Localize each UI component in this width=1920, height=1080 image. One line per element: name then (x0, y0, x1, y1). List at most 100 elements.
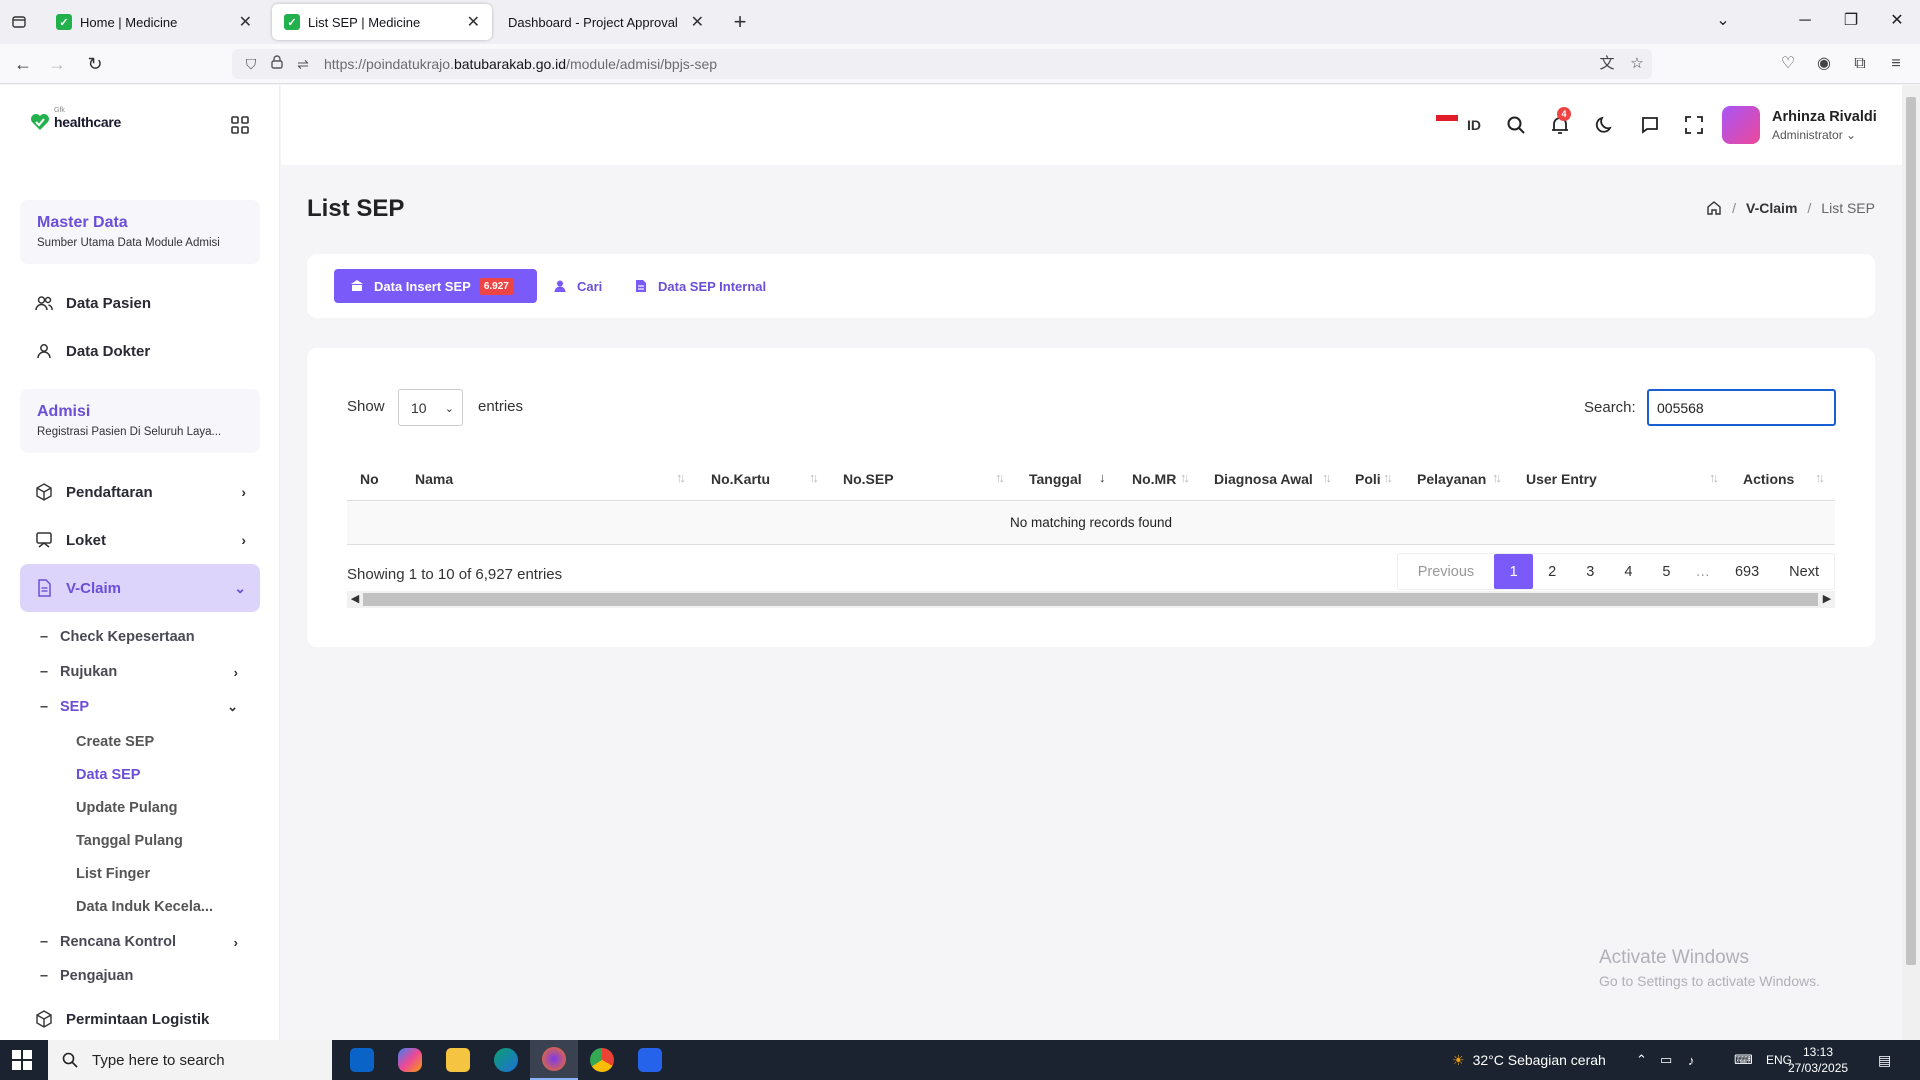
file-explorer-icon[interactable] (434, 1040, 482, 1080)
page-scrollbar[interactable] (1902, 85, 1920, 1040)
weather-widget[interactable]: ☀ 32°C Sebagian cerah (1452, 1040, 1606, 1080)
tray-network-icon[interactable]: ▭ (1660, 1040, 1672, 1080)
tab-list-icon[interactable] (6, 10, 32, 34)
sidebar-sep-tanggal-pulang[interactable]: Tanggal Pulang (76, 828, 183, 854)
table-search-input[interactable] (1647, 389, 1836, 426)
firefox-browser-icon[interactable] (530, 1040, 578, 1080)
column-header-diagnosa-awal[interactable]: Diagnosa Awal (1214, 471, 1313, 487)
column-header-no[interactable]: No (360, 471, 379, 487)
pagination-page-693[interactable]: 693 (1720, 554, 1774, 589)
windows-start-icon[interactable] (12, 1050, 32, 1070)
taskbar-clock[interactable]: 13:13 27/03/2025 (1788, 1044, 1848, 1076)
close-tab-icon[interactable]: ✕ (691, 12, 704, 32)
sidebar-sep-data-sep[interactable]: Data SEP (76, 762, 140, 788)
sidebar-sub-sep[interactable]: – SEP ⌄ (40, 693, 250, 721)
breadcrumb-v-claim[interactable]: V-Claim (1746, 200, 1797, 216)
permissions-icon[interactable]: ⇌ (292, 53, 314, 75)
edge-browser-icon[interactable] (482, 1040, 530, 1080)
sidebar-item-loket[interactable]: Loket › (20, 517, 260, 563)
list-all-tabs-icon[interactable]: ⌄ (1708, 8, 1738, 34)
sidebar-sub-rencana-kontrol[interactable]: – Rencana Kontrol › (40, 928, 250, 956)
sidebar-sub-rujukan[interactable]: – Rujukan › (40, 658, 250, 686)
chat-icon[interactable] (1638, 113, 1662, 137)
brand-logo[interactable]: Gfk healthcare (30, 107, 121, 131)
paint-app-icon[interactable] (626, 1040, 674, 1080)
close-window-icon[interactable]: ✕ (1882, 8, 1912, 34)
grid-menu-icon[interactable] (230, 115, 250, 135)
tray-volume-icon[interactable]: ♪ (1688, 1040, 1695, 1080)
tray-chevron-up-icon[interactable]: ⌃ (1636, 1040, 1647, 1080)
column-header-no-mr[interactable]: No.MR (1132, 471, 1176, 487)
indonesia-flag-icon[interactable] (1436, 115, 1458, 127)
bookmark-star-icon[interactable]: ☆ (1626, 53, 1648, 75)
pagination-page-5[interactable]: 5 (1647, 554, 1685, 589)
search-icon[interactable] (1504, 113, 1528, 137)
column-header-no-sep[interactable]: No.SEP (843, 471, 894, 487)
column-header-user-entry[interactable]: User Entry (1526, 471, 1597, 487)
sidebar-item-data-dokter[interactable]: Data Dokter (20, 328, 260, 374)
data-insert-sep-button[interactable]: Data Insert SEP 6.927 (334, 269, 537, 303)
sort-icon[interactable]: ↑↓ (676, 470, 686, 485)
tab-list-sep[interactable]: ✓ List SEP | Medicine ✕ (272, 4, 492, 40)
sidebar-item-permintaan-logistik[interactable]: Permintaan Logistik (20, 996, 260, 1040)
sidebar-sep-create-sep[interactable]: Create SEP (76, 729, 154, 755)
user-role[interactable]: Administrator ⌄ (1772, 128, 1856, 142)
lock-icon[interactable] (266, 53, 288, 75)
pagination-next[interactable]: Next (1774, 554, 1834, 589)
copilot-app-icon[interactable] (386, 1040, 434, 1080)
sort-icon[interactable]: ↑↓ (1322, 470, 1332, 485)
data-sep-internal-button[interactable]: Data SEP Internal (634, 269, 766, 303)
minimize-icon[interactable]: ─ (1790, 8, 1820, 34)
sort-icon[interactable]: ↑↓ (1383, 470, 1393, 485)
chrome-browser-icon[interactable] (578, 1040, 626, 1080)
url-text[interactable]: https://poindatukrajo.batubarakab.go.id/… (324, 56, 717, 72)
reload-icon[interactable]: ↻ (82, 52, 108, 76)
close-tab-icon[interactable]: ✕ (467, 12, 480, 32)
sidebar-sub-check-kepesertaan[interactable]: – Check Kepesertaan (40, 623, 250, 651)
notification-center-icon[interactable]: ▤ (1878, 1040, 1891, 1080)
pagination-page-2[interactable]: 2 (1533, 554, 1571, 589)
sidebar-sep-list-finger[interactable]: List Finger (76, 861, 150, 887)
column-header-pelayanan[interactable]: Pelayanan (1417, 471, 1486, 487)
fullscreen-icon[interactable] (1682, 113, 1706, 137)
scroll-right-icon[interactable]: ▶ (1819, 591, 1835, 608)
column-header-nama[interactable]: Nama (415, 471, 453, 487)
sidebar-item-data-pasien[interactable]: Data Pasien (20, 280, 260, 326)
tray-keyboard-icon[interactable]: ⌨ (1734, 1040, 1753, 1080)
sort-desc-icon[interactable]: ↓ (1099, 470, 1105, 485)
sort-icon[interactable]: ↑↓ (995, 470, 1005, 485)
new-tab-icon[interactable]: + (728, 10, 752, 34)
translate-icon[interactable]: 文 (1596, 53, 1618, 75)
sidebar-sub-pengajuan[interactable]: – Pengajuan (40, 962, 250, 990)
sidebar-item-pendaftaran[interactable]: Pendaftaran › (20, 469, 260, 515)
sort-icon[interactable]: ↑↓ (809, 470, 819, 485)
extensions-icon[interactable]: ⧉ (1848, 52, 1872, 76)
shield-icon[interactable]: ⛉ (240, 53, 262, 75)
dark-mode-moon-icon[interactable] (1593, 113, 1617, 137)
pagination-previous[interactable]: Previous (1398, 554, 1494, 589)
home-icon[interactable] (1706, 200, 1722, 216)
column-header-no-kartu[interactable]: No.Kartu (711, 471, 770, 487)
pagination-page-4[interactable]: 4 (1609, 554, 1647, 589)
mail-app-icon[interactable] (338, 1040, 386, 1080)
scroll-left-icon[interactable]: ◀ (347, 591, 363, 608)
language-selector[interactable]: ID (1467, 117, 1481, 133)
column-header-actions[interactable]: Actions (1743, 471, 1794, 487)
address-bar[interactable]: ⛉ ⇌ https://poindatukrajo.batubarakab.go… (232, 49, 1652, 79)
close-tab-icon[interactable]: ✕ (239, 12, 252, 32)
table-horizontal-scrollbar[interactable]: ◀ ▶ (347, 591, 1835, 608)
account-icon[interactable]: ◉ (1812, 52, 1836, 76)
page-size-select[interactable]: 10 ⌄ (398, 389, 463, 426)
sort-icon[interactable]: ↑↓ (1180, 470, 1190, 485)
back-icon[interactable]: ← (10, 52, 36, 76)
sidebar-item-v-claim[interactable]: V-Claim ⌄ (20, 564, 260, 612)
restore-icon[interactable]: ❐ (1836, 8, 1866, 34)
tab-home[interactable]: ✓ Home | Medicine ✕ (44, 4, 264, 40)
cari-button[interactable]: Cari (553, 269, 602, 303)
forward-icon[interactable]: → (44, 52, 70, 76)
user-name[interactable]: Arhinza Rivaldi (1772, 109, 1877, 125)
sidebar-sep-data-induk-kecelakaan[interactable]: Data Induk Kecela... (76, 894, 213, 920)
pagination-page-1[interactable]: 1 (1494, 554, 1534, 589)
sort-icon[interactable]: ↑↓ (1709, 470, 1719, 485)
sort-icon[interactable]: ↑↓ (1815, 470, 1825, 485)
